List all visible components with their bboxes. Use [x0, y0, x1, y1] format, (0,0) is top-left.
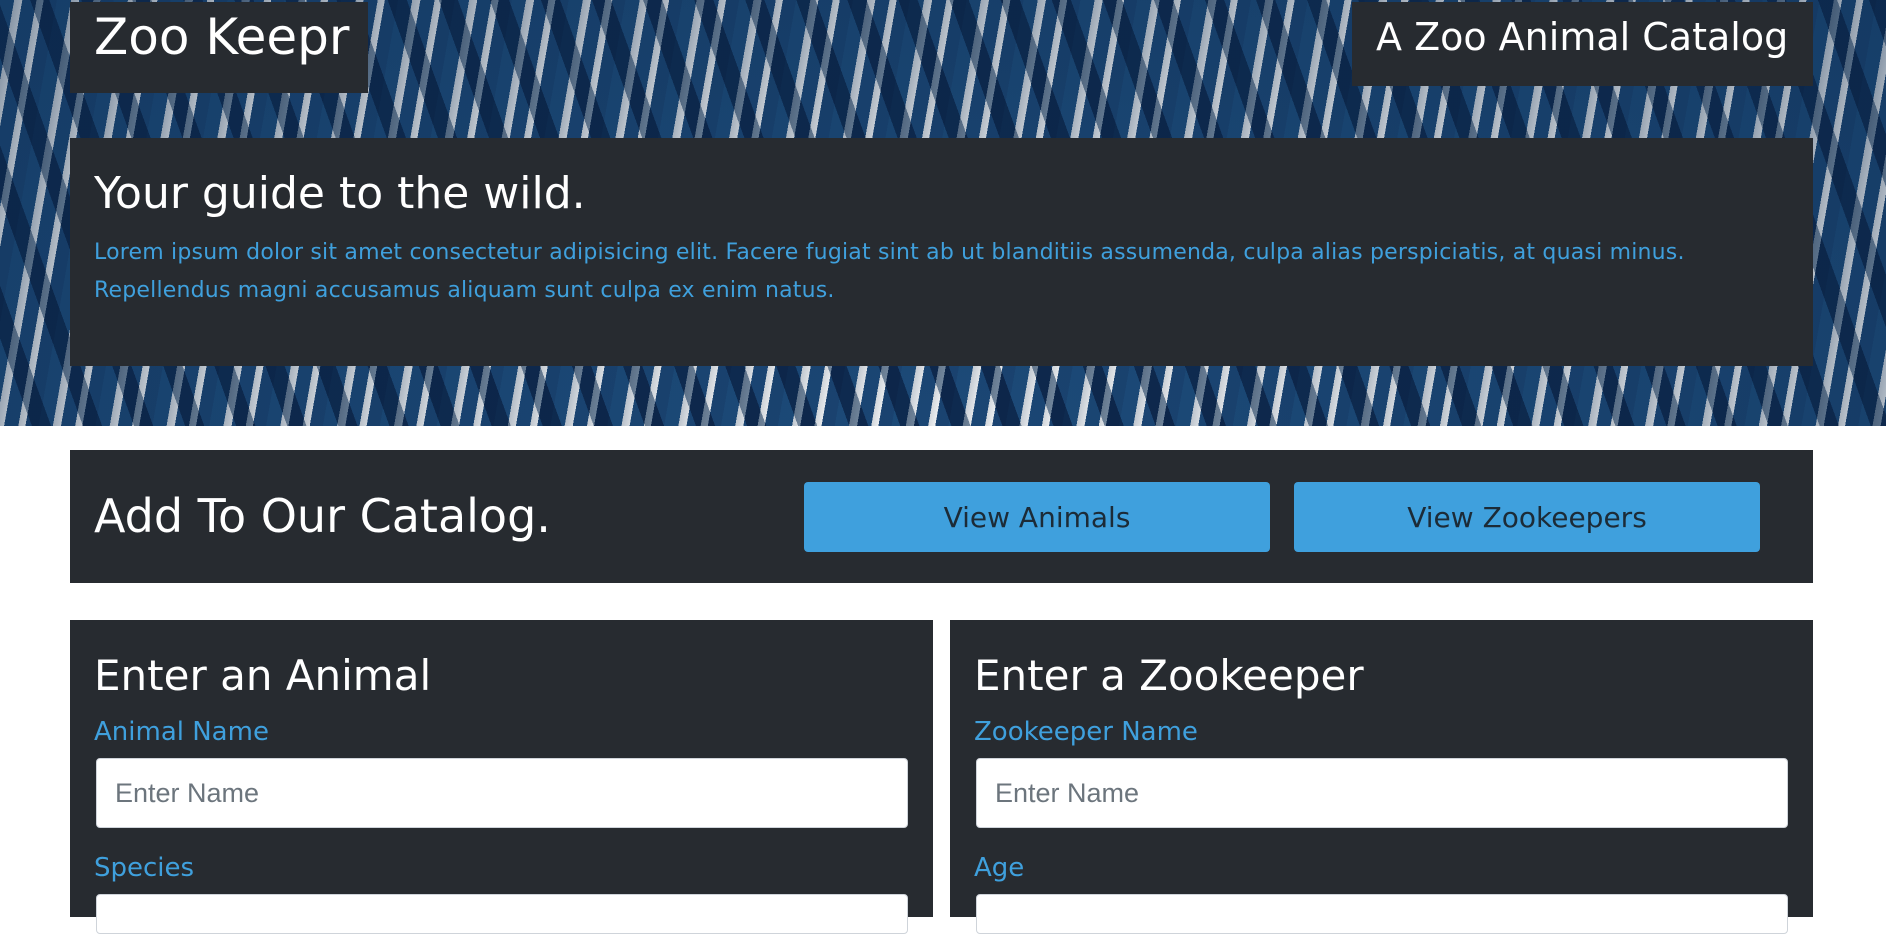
animal-name-label: Animal Name	[94, 717, 269, 747]
view-zookeepers-button[interactable]: View Zookeepers	[1294, 482, 1760, 552]
intro-jumbotron: Your guide to the wild. Lorem ipsum dolo…	[70, 138, 1813, 366]
intro-heading: Your guide to the wild.	[94, 168, 586, 219]
zookeeper-form-title: Enter a Zookeeper	[974, 651, 1364, 700]
animal-form: Enter an Animal Animal Name Species	[70, 620, 933, 934]
species-input[interactable]	[96, 894, 908, 934]
animal-name-input[interactable]	[96, 758, 908, 828]
tagline-text: A Zoo Animal Catalog	[1376, 15, 1789, 59]
brand-logo[interactable]: Zoo Keepr	[70, 2, 368, 93]
age-input[interactable]	[976, 894, 1788, 934]
species-label: Species	[94, 853, 195, 883]
intro-body: Lorem ipsum dolor sit amet consectetur a…	[94, 240, 1685, 303]
view-animals-button[interactable]: View Animals	[804, 482, 1270, 552]
zookeeper-form: Enter a Zookeeper Zookeeper Name Age	[950, 620, 1813, 934]
site-tagline: A Zoo Animal Catalog	[1352, 2, 1813, 86]
age-label: Age	[974, 853, 1025, 883]
animal-form-title: Enter an Animal	[94, 651, 432, 700]
zookeeper-name-input[interactable]	[976, 758, 1788, 828]
zookeeper-name-label: Zookeeper Name	[974, 717, 1198, 747]
catalog-bar: Add To Our Catalog. View Animals View Zo…	[70, 450, 1813, 583]
catalog-heading: Add To Our Catalog.	[94, 489, 551, 543]
brand-name[interactable]: Zoo Keepr	[94, 8, 349, 66]
